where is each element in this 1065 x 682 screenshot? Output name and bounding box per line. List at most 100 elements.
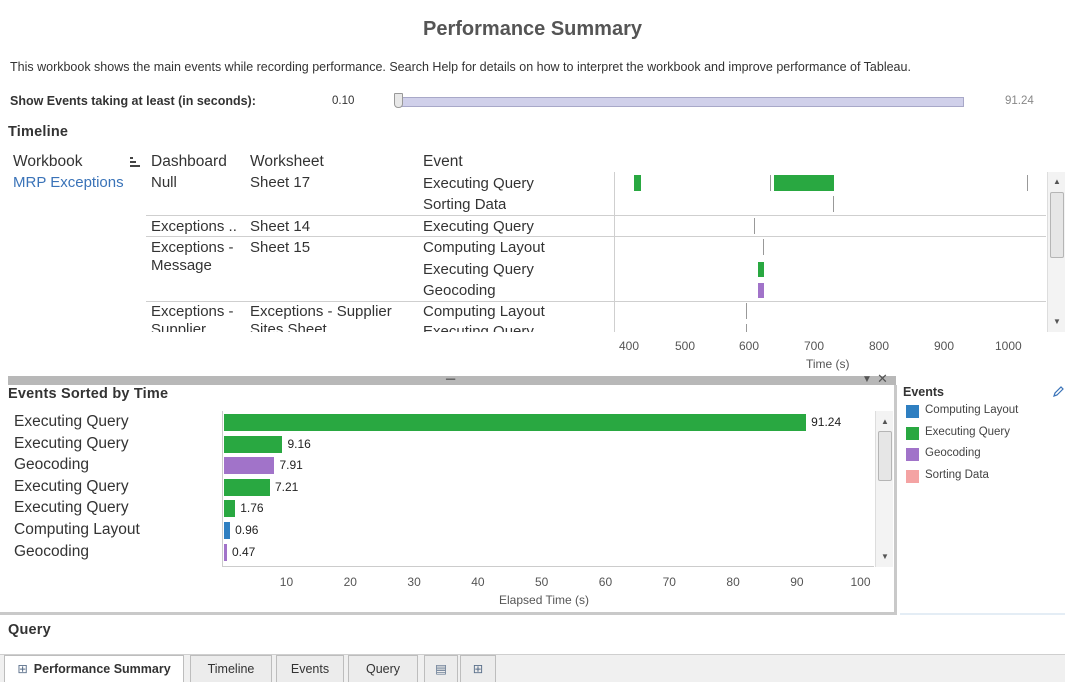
- table-cell-event: Executing Query: [423, 218, 534, 235]
- column-header-dashboard[interactable]: Dashboard: [151, 153, 227, 171]
- axis-tick: 70: [662, 575, 676, 589]
- workbook-link[interactable]: MRP Exceptions: [13, 174, 124, 191]
- elapsed-axis-label: Elapsed Time (s): [499, 593, 590, 607]
- timeline-table: MRP Exceptions Null Sheet 17 Executing Q…: [0, 172, 614, 332]
- bar-value-label: 91.24: [811, 415, 842, 429]
- gantt-mark-executing-query[interactable]: [758, 262, 764, 277]
- column-header-worksheet[interactable]: Worksheet: [250, 153, 324, 171]
- table-cell-worksheet: Sites Sheet: [250, 321, 327, 332]
- bar-mark[interactable]: [224, 522, 231, 539]
- event-label: Geocoding: [14, 542, 89, 560]
- scroll-up-arrow-icon[interactable]: ▲: [1048, 176, 1065, 188]
- legend-item-label[interactable]: Geocoding: [925, 447, 981, 459]
- threshold-label: Show Events taking at least (in seconds)…: [10, 94, 256, 108]
- section-divider: [900, 613, 1065, 615]
- bar-mark[interactable]: [224, 435, 283, 453]
- events-bar-chart: 91.24 9.16 7.91 7.21 1.76 0.96 0.47: [222, 411, 874, 567]
- gantt-mark-sorting-data[interactable]: [833, 196, 834, 212]
- scrollbar-thumb[interactable]: [1050, 192, 1064, 258]
- axis-tick: 400: [619, 339, 640, 353]
- bar-mark[interactable]: [224, 478, 270, 496]
- row-divider: [615, 301, 1046, 302]
- legend-item-label[interactable]: Sorting Data: [925, 469, 989, 481]
- legend-title: Events: [903, 385, 944, 399]
- bar-value-label: 7.21: [274, 479, 299, 494]
- table-cell-worksheet: Sheet 17: [250, 174, 311, 191]
- gantt-mark[interactable]: [770, 175, 771, 191]
- timeline-scrollbar[interactable]: ▲ ▼: [1047, 172, 1065, 332]
- tab-label: Query: [365, 662, 401, 676]
- threshold-slider-handle[interactable]: [394, 93, 403, 108]
- table-cell-event: Executing Query: [423, 323, 534, 332]
- gantt-mark-geocoding[interactable]: [758, 283, 764, 298]
- table-cell-dashboard: Null: [151, 174, 177, 191]
- gantt-mark-executing-query[interactable]: [774, 175, 834, 191]
- scroll-down-arrow-icon[interactable]: ▼: [876, 551, 894, 563]
- new-worksheet-icon: ▤: [435, 662, 447, 676]
- splitter-grip-icon[interactable]: ▪▪▪▪▪▪▪▪: [432, 377, 468, 384]
- edit-pencil-icon[interactable]: [1052, 386, 1064, 398]
- event-label: Executing Query: [14, 477, 129, 495]
- close-icon[interactable]: ✕: [877, 371, 888, 387]
- scrollbar-thumb[interactable]: [878, 431, 892, 481]
- axis-tick: 1000: [995, 339, 1022, 353]
- bar-value-label: 9.16: [287, 436, 311, 451]
- event-label: Executing Query: [14, 413, 129, 430]
- threshold-min-value: 0.10: [332, 95, 355, 107]
- timeline-gantt-chart: [614, 172, 1046, 332]
- new-dashboard-button[interactable]: ⊞: [460, 655, 496, 682]
- threshold-slider-track[interactable]: [398, 97, 964, 107]
- gantt-mark-computing-layout[interactable]: [763, 239, 764, 255]
- bar-value-label: 7.91: [279, 458, 303, 473]
- table-cell-dashboard: Message: [151, 257, 212, 274]
- gantt-mark-executing-query[interactable]: [754, 218, 755, 234]
- legend-swatch[interactable]: [906, 448, 919, 461]
- tab-performance-summary[interactable]: ⊞ Performance Summary: [4, 655, 184, 682]
- axis-tick: 90: [790, 575, 804, 589]
- page-title: Performance Summary: [423, 18, 642, 40]
- legend-swatch[interactable]: [906, 469, 919, 483]
- gantt-mark[interactable]: [1027, 175, 1028, 191]
- axis-tick: 10: [279, 575, 294, 589]
- axis-tick: 80: [726, 575, 740, 589]
- row-divider: [146, 301, 614, 302]
- bar-mark[interactable]: [224, 414, 807, 431]
- bar-value-label: 0.96: [235, 523, 259, 537]
- bar-value-label: 1.76: [240, 501, 264, 516]
- bar-mark[interactable]: [224, 543, 227, 561]
- tab-query[interactable]: Query: [348, 655, 418, 682]
- scroll-down-arrow-icon[interactable]: ▼: [1048, 316, 1065, 328]
- bar-mark[interactable]: [224, 500, 236, 518]
- collapse-icon[interactable]: ▼: [862, 374, 872, 385]
- page-description: This workbook shows the main events whil…: [10, 60, 911, 74]
- legend-swatch[interactable]: [906, 405, 919, 418]
- gantt-mark-executing-query[interactable]: [746, 324, 747, 332]
- table-cell-event: Computing Layout: [423, 239, 545, 256]
- row-divider: [146, 236, 614, 237]
- gantt-mark-computing-layout[interactable]: [746, 303, 747, 319]
- column-header-workbook[interactable]: Workbook: [13, 153, 83, 171]
- bar-mark[interactable]: [224, 457, 275, 475]
- new-worksheet-button[interactable]: ▤: [424, 655, 458, 682]
- axis-tick: 60: [598, 575, 613, 589]
- table-cell-dashboard: Exceptions ..: [151, 218, 237, 235]
- legend-item-label[interactable]: Executing Query: [925, 426, 1010, 438]
- axis-tick: 50: [535, 575, 549, 589]
- event-label: Computing Layout: [14, 521, 140, 538]
- sort-icon[interactable]: [128, 155, 142, 169]
- table-cell-dashboard: Supplier: [151, 321, 207, 332]
- event-label: Executing Query: [14, 499, 129, 517]
- legend-item-label[interactable]: Computing Layout: [925, 404, 1018, 416]
- scroll-up-arrow-icon[interactable]: ▲: [876, 416, 894, 428]
- tab-timeline[interactable]: Timeline: [190, 655, 272, 682]
- events-scrollbar[interactable]: ▲ ▼: [875, 411, 893, 567]
- column-header-event[interactable]: Event: [423, 153, 463, 171]
- gantt-mark-executing-query[interactable]: [634, 175, 641, 191]
- legend-swatch[interactable]: [906, 426, 919, 440]
- tab-label: Performance Summary: [33, 662, 171, 676]
- table-cell-worksheet: Exceptions - Supplier: [250, 303, 392, 320]
- event-label: Geocoding: [14, 456, 89, 474]
- event-label: Executing Query: [14, 434, 129, 452]
- axis-tick: 800: [869, 339, 890, 353]
- tab-events[interactable]: Events: [276, 655, 344, 682]
